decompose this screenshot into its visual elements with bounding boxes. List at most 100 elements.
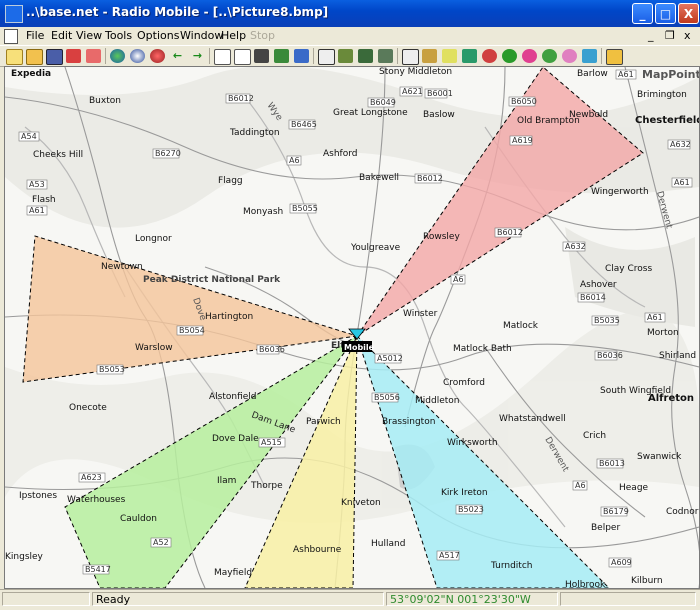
menu-edit[interactable]: Edit [51,29,72,42]
svg-text:A621: A621 [402,87,423,96]
mdi-restore-button[interactable]: ❐ [665,29,675,42]
place-label: Dove Dale [212,434,259,444]
maximize-button[interactable]: □ [655,3,676,24]
map-properties-icon[interactable] [130,49,145,63]
menu-help[interactable]: Help [221,29,246,42]
place-label: Parwich [306,417,341,427]
combine-icon[interactable] [358,49,373,63]
radio-link-icon[interactable] [150,49,165,63]
antenna-icon[interactable] [402,49,419,65]
place-label: Ipstones [19,491,57,501]
coverage-combined-icon[interactable] [462,49,477,63]
place-label: Clay Cross [605,264,652,274]
network-properties-icon[interactable] [86,49,101,63]
svg-text:B6049: B6049 [370,98,396,107]
copy-icon[interactable] [234,49,251,65]
place-label: Thorpe [250,481,283,491]
menu-options[interactable]: Options [137,29,179,42]
fit-icon[interactable] [378,49,393,63]
mdi-minimize-button[interactable]: _ [648,29,654,42]
route-icon[interactable] [482,49,497,63]
rectangle-icon[interactable] [318,49,335,65]
svg-text:A6: A6 [289,156,300,165]
svg-text:B6179: B6179 [603,507,629,516]
svg-text:A632: A632 [565,242,586,251]
road-label: A61 [615,69,637,80]
elevation-icon[interactable] [338,49,353,63]
menu-tools[interactable]: Tools [105,29,132,42]
place-label: Shirland [659,351,696,361]
place-label: Mayfield [214,568,252,578]
earth-icon[interactable] [542,49,557,63]
road-label: B5056 [371,392,400,403]
path-icon[interactable] [502,49,517,63]
toolbar-separator [209,48,210,64]
menu-window[interactable]: Window [180,29,223,42]
svg-text:B5023: B5023 [458,505,484,514]
place-label: Flash [32,195,56,205]
place-label: Expedia [11,69,51,79]
status-text: Ready [92,592,384,606]
coverage-polar-icon[interactable] [422,49,437,63]
place-label: Swanwick [637,452,682,462]
svg-text:A61: A61 [674,178,690,187]
status-bar: Ready 53°09'02"N 001°23'30"W [0,589,700,610]
coverage-cartesian-icon[interactable] [442,49,457,63]
minimize-button[interactable]: _ [632,3,653,24]
status-panel-extra [560,592,696,606]
place-label: Warslow [135,343,173,353]
place-label: Kingsley [5,552,44,562]
road-label: B6013 [596,458,625,469]
place-label: Wirksworth [447,438,498,448]
world-icon[interactable] [110,49,125,63]
new-icon[interactable] [6,49,23,65]
svg-text:B6036: B6036 [259,345,285,354]
network-icon[interactable] [582,49,597,63]
back-icon[interactable]: ← [170,49,185,63]
exit-icon[interactable] [606,49,623,65]
area-icon[interactable] [562,49,577,63]
map-canvas[interactable]: B6012 B6465 B6049 A621 B6001 B6270 A6 B6… [5,67,699,588]
road-label: A6 [286,155,302,166]
close-button[interactable]: X [678,3,699,24]
place-label: Brimington [637,90,687,100]
menu-view[interactable]: View [76,29,102,42]
picture-icon[interactable] [274,49,289,63]
road-label: A52 [150,537,172,548]
paste-icon[interactable] [254,49,269,63]
place-label: Ashover [580,280,617,290]
open-icon[interactable] [26,49,43,65]
toolbar-separator [397,48,398,64]
mappoint-logo: MapPoint [642,68,699,81]
road-label: A619 [509,135,533,146]
unit-properties-icon[interactable] [66,49,81,63]
svg-text:B5035: B5035 [594,316,620,325]
road-label: B5023 [455,504,484,515]
svg-text:B6270: B6270 [155,149,181,158]
svg-text:B5055: B5055 [292,204,318,213]
app-icon[interactable] [5,5,23,23]
road-label: A632 [562,241,586,252]
toolbar-separator [105,48,106,64]
road-label: B6036 [594,350,623,361]
mdi-close-button[interactable]: x [684,29,691,42]
landmark-icon[interactable] [522,49,537,63]
menu-file[interactable]: File [26,29,44,42]
svg-text:A61: A61 [647,313,663,322]
toolbar: ← → [0,45,700,67]
place-label: Brassington [382,417,435,427]
stack-icon[interactable] [294,49,309,63]
place-label: Alstonfield [209,392,257,402]
document-icon[interactable] [4,29,18,44]
place-label: Youlgreave [350,243,401,253]
svg-text:A53: A53 [29,180,45,189]
road-label: B6036 [256,344,285,355]
place-label: Holbrook [565,580,606,588]
map-view[interactable]: B6012 B6465 B6049 A621 B6001 B6270 A6 B6… [4,66,700,589]
road-label: B6270 [152,148,181,159]
forward-icon[interactable]: → [190,49,205,63]
save-icon[interactable] [46,49,63,65]
road-label: A54 [18,131,40,142]
place-label: Ilam [217,476,236,486]
print-icon[interactable] [214,49,231,65]
